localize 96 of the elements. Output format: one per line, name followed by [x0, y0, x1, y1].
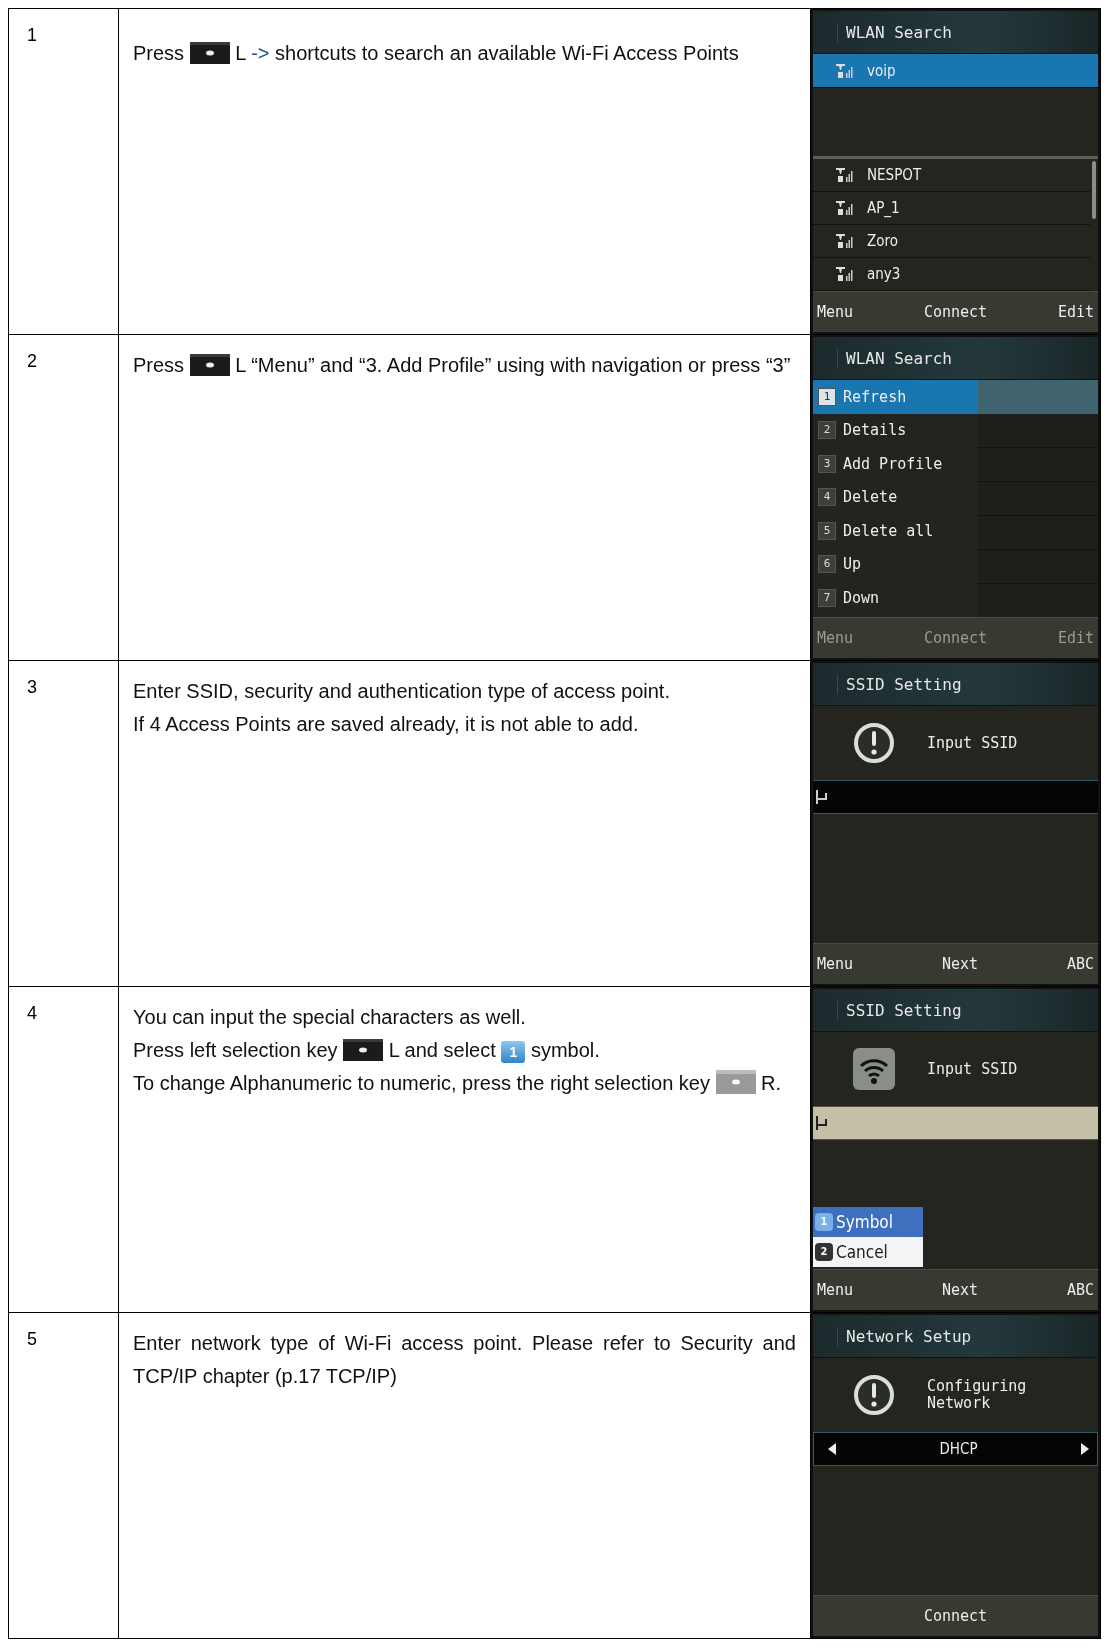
menu-number: 2: [818, 421, 836, 440]
menu-label: Up: [843, 555, 862, 574]
instruction-text: You can input the special characters as well.: [133, 1006, 526, 1028]
softkey[interactable]: Next: [941, 1281, 979, 1299]
instruction-text: symbol.: [530, 1039, 600, 1061]
cursor-icon: [815, 1115, 829, 1131]
screen-title: SSID Setting: [837, 674, 962, 694]
prompt-message: Input SSID: [927, 734, 1019, 752]
input-field[interactable]: [813, 1106, 1098, 1140]
list-item[interactable]: Zoro: [813, 225, 1090, 258]
screen-title: SSID Setting: [837, 1000, 962, 1020]
instruction-text: L and select: [388, 1039, 496, 1061]
instruction-text: To change Alphanumeric to numeric, press the right selection key: [133, 1072, 710, 1094]
scrollbar[interactable]: [1092, 161, 1096, 219]
signal-icon: [835, 233, 853, 249]
alert-icon: [851, 720, 897, 766]
cursor-icon: [815, 789, 829, 805]
instruction-text: Press: [133, 42, 185, 64]
list-item[interactable]: AP_1: [813, 192, 1090, 225]
right-arrow-icon[interactable]: [1081, 1443, 1089, 1455]
network-name: any3: [867, 265, 901, 283]
option-selector[interactable]: DHCP: [813, 1432, 1098, 1466]
softkey[interactable]: Connect: [923, 303, 988, 321]
menu-label: Symbol: [836, 1212, 893, 1232]
signal-icon: [835, 266, 853, 282]
menu-label: Delete all: [843, 521, 934, 540]
key-icon: [343, 1039, 384, 1061]
menu-item[interactable]: 7 Down: [813, 581, 978, 615]
softkey[interactable]: Next: [941, 955, 979, 973]
network-name: voip: [867, 61, 896, 80]
menu-number: 7: [818, 588, 836, 607]
softkey[interactable]: Edit: [1057, 303, 1094, 321]
menu-item[interactable]: 2 Details: [813, 413, 978, 447]
instruction-text: R.: [761, 1072, 782, 1094]
menu-number: 4: [818, 488, 836, 507]
list-item[interactable]: NESPOT: [813, 159, 1090, 192]
prompt-message: Configuring Network: [927, 1378, 1028, 1412]
menu-item[interactable]: 6 Up: [813, 547, 978, 581]
wifi-icon: [851, 1046, 897, 1092]
key-icon: [715, 1070, 756, 1094]
menu-label: Details: [843, 421, 907, 440]
softkey[interactable]: Menu: [817, 303, 854, 321]
menu-item[interactable]: 1 Refresh: [813, 380, 978, 414]
softkey[interactable]: Menu: [817, 955, 854, 973]
signal-icon: [835, 62, 853, 79]
menu-number: 3: [818, 454, 836, 473]
signal-icon: [835, 200, 853, 216]
instruction-text: If 4 Access Points are saved already, it is not able to add.: [133, 713, 639, 735]
screen-title: Network Setup: [837, 1326, 972, 1346]
instruction-text: L: [235, 42, 246, 64]
instruction-text: L “Menu” and “3. Add Profile” using with navigation or press “3”: [235, 354, 791, 376]
menu-number: 1: [818, 387, 836, 406]
menu-number: 1: [815, 1213, 833, 1231]
step-number: 3: [27, 677, 37, 697]
menu-label: Down: [843, 588, 880, 607]
instruction-text: Press: [133, 354, 185, 376]
menu-number: 6: [818, 555, 836, 574]
menu-item[interactable]: 5 Delete all: [813, 514, 978, 548]
screen-title: WLAN Search: [837, 348, 952, 368]
step-number: 1: [27, 25, 37, 45]
menu-number: 2: [815, 1243, 833, 1261]
instruction-text: Enter network type of Wi-Fi access point. Please refer to Security and TCP/IP chapter (p.17 TCP/IP): [133, 1332, 796, 1387]
popup-item[interactable]: 1 Symbol: [813, 1207, 923, 1237]
symbol-key-icon: 1: [501, 1041, 526, 1063]
popup-item[interactable]: 2 Cancel: [813, 1237, 923, 1267]
instruction-text: Press left selection key: [133, 1039, 338, 1061]
input-field[interactable]: [813, 780, 1098, 814]
network-name: Zoro: [867, 232, 898, 250]
signal-icon: [835, 167, 853, 183]
prompt-message: Input SSID: [927, 1060, 1019, 1078]
instruction-text: shortcuts to search an available Wi-Fi Access Points: [275, 42, 739, 64]
alert-icon: [851, 1372, 897, 1418]
menu-label: Cancel: [836, 1242, 888, 1262]
menu-item[interactable]: 3 Add Profile: [813, 447, 978, 481]
selector-value: DHCP: [939, 1440, 978, 1458]
list-item[interactable]: voip: [813, 54, 1098, 88]
menu-label: Delete: [843, 488, 898, 507]
left-arrow-icon[interactable]: [828, 1443, 836, 1455]
softkey[interactable]: Menu: [817, 1281, 854, 1299]
step-number: 2: [27, 351, 37, 371]
menu-label: Refresh: [843, 387, 907, 406]
network-name: NESPOT: [867, 166, 922, 184]
key-icon: [189, 42, 230, 64]
step-number: 5: [27, 1329, 37, 1349]
softkey[interactable]: ABC: [1066, 955, 1094, 973]
menu-number: 5: [818, 521, 836, 540]
key-icon: [189, 354, 230, 376]
arrow-text: ->: [251, 42, 270, 64]
step-number: 4: [27, 1003, 37, 1023]
instruction-text: Enter SSID, security and authentication type of access point.: [133, 680, 670, 702]
network-name: AP_1: [867, 199, 900, 217]
softkey[interactable]: Connect: [923, 1607, 988, 1625]
menu-label: Add Profile: [843, 454, 943, 473]
softkey[interactable]: ABC: [1066, 1281, 1094, 1299]
menu-item[interactable]: 4 Delete: [813, 480, 978, 514]
screen-title: WLAN Search: [837, 22, 952, 42]
